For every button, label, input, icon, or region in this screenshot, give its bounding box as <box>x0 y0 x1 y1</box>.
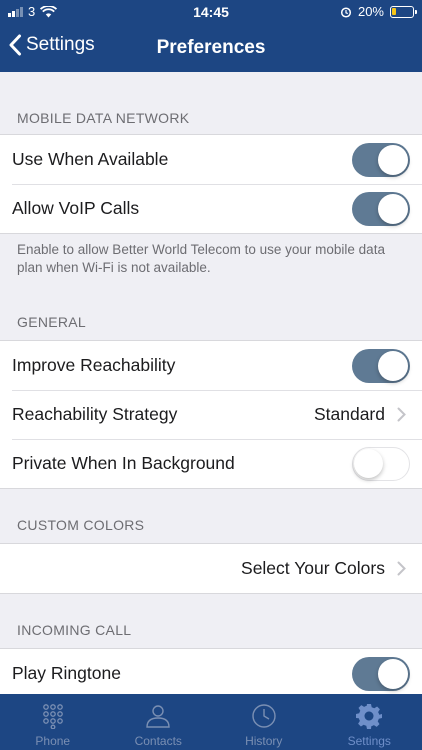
group-custom-colors: Select Your Colors <box>0 543 422 594</box>
row-play-ringtone: Play Ringtone <box>0 649 422 694</box>
page-title: Preferences <box>156 37 266 58</box>
tab-history[interactable]: History <box>211 694 317 750</box>
person-icon <box>146 705 170 728</box>
preferences-list[interactable]: MOBILE DATA NETWORK Use When Available A… <box>0 72 422 694</box>
play-ringtone-toggle[interactable] <box>352 657 410 691</box>
row-label: Play Ringtone <box>12 663 121 683</box>
navigation-bar: Settings Preferences <box>0 28 422 68</box>
group-incoming-call: Play Ringtone <box>0 648 422 694</box>
row-select-your-colors[interactable]: Select Your Colors <box>0 544 422 593</box>
section-header-mobile-data: MOBILE DATA NETWORK <box>17 110 190 126</box>
tab-contacts[interactable]: Contacts <box>106 694 212 750</box>
battery-icon <box>390 5 417 18</box>
section-header-custom-colors: CUSTOM COLORS <box>17 517 145 533</box>
alarm-icon <box>340 6 352 18</box>
chevron-right-icon <box>397 561 406 576</box>
allow-voip-calls-toggle[interactable] <box>352 192 410 226</box>
row-reachability-strategy[interactable]: Reachability Strategy Standard <box>0 390 422 439</box>
row-label: Private When In Background <box>12 453 235 473</box>
tab-label: History <box>245 734 283 748</box>
section-header-general: GENERAL <box>17 314 87 330</box>
row-private-when-in-background: Private When In Background <box>0 439 422 488</box>
tab-label: Phone <box>35 734 71 748</box>
group-general: Improve Reachability Reachability Strate… <box>0 340 422 489</box>
tab-settings[interactable]: Settings <box>317 694 422 750</box>
row-label: Use When Available <box>12 149 169 169</box>
private-when-in-background-toggle[interactable] <box>352 447 410 481</box>
section-header-incoming-call: INCOMING CALL <box>17 622 132 638</box>
gear-icon <box>356 704 383 729</box>
row-label: Allow VoIP Calls <box>12 198 140 218</box>
tab-phone[interactable]: Phone <box>0 694 106 750</box>
tab-label: Settings <box>347 734 391 748</box>
chevron-right-icon <box>397 407 406 422</box>
clock-icon <box>252 704 276 728</box>
row-use-when-available: Use When Available <box>0 135 422 184</box>
use-when-available-toggle[interactable] <box>352 143 410 177</box>
tab-bar: Phone Contacts History Settings <box>0 694 422 750</box>
row-improve-reachability: Improve Reachability <box>0 341 422 390</box>
row-label: Reachability Strategy <box>12 404 178 424</box>
mobile-data-footnote: Enable to allow Better World Telecom to … <box>17 242 385 275</box>
row-allow-voip-calls: Allow VoIP Calls <box>0 184 422 233</box>
reachability-strategy-value: Standard <box>313 404 385 424</box>
status-bar: 3 14:45 20% <box>0 0 422 24</box>
keypad-icon <box>42 704 63 729</box>
group-mobile-data: Use When Available Allow VoIP Calls <box>0 134 422 234</box>
header-bar: 3 14:45 20% Settings Preferences <box>0 0 422 72</box>
select-your-colors-label: Select Your Colors <box>241 558 385 578</box>
improve-reachability-toggle[interactable] <box>352 349 410 383</box>
tab-label: Contacts <box>134 734 182 748</box>
row-label: Improve Reachability <box>12 355 176 375</box>
battery-percent: 20% <box>357 4 384 19</box>
